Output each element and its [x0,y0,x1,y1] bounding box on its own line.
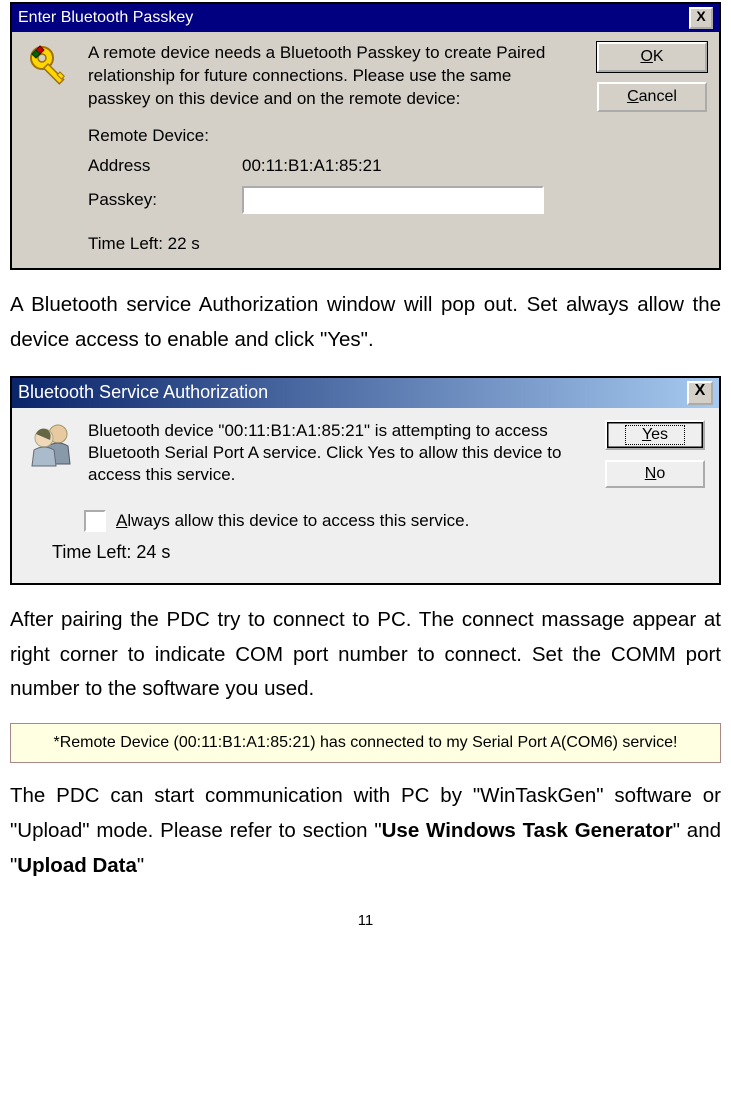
dialog-titlebar: Bluetooth Service Authorization X [12,378,719,408]
close-icon[interactable]: X [687,381,713,405]
dialog-titlebar: Enter Bluetooth Passkey X [12,4,719,32]
dialog-title: Enter Bluetooth Passkey [18,9,193,27]
authorization-dialog: Bluetooth Service Authorization X Blueto… [10,376,721,585]
people-icon [28,420,76,468]
time-left-label: Time Left: 24 s [52,542,705,563]
dialog-message: Bluetooth device "00:11:B1:A1:85:21" is … [88,420,593,486]
dialog-body: A remote device needs a Bluetooth Passke… [12,32,719,268]
passkey-label: Passkey: [88,190,242,210]
paragraph-2: After pairing the PDC try to connect to … [10,603,721,708]
page-number: 11 [8,912,723,929]
always-allow-checkbox[interactable] [84,510,106,532]
dialog-body: Bluetooth device "00:11:B1:A1:85:21" is … [12,408,719,583]
key-icon [26,42,74,90]
time-left-label: Time Left: 22 s [88,234,200,254]
passkey-input[interactable] [242,186,544,214]
dialog-message: A remote device needs a Bluetooth Passke… [88,42,583,111]
ok-button[interactable]: OK [597,42,707,72]
dialog-title: Bluetooth Service Authorization [18,382,268,403]
address-value: 00:11:B1:A1:85:21 [242,156,707,176]
close-icon[interactable]: X [689,7,713,29]
yes-button[interactable]: Yes [605,420,705,450]
passkey-dialog: Enter Bluetooth Passkey X A remote devic… [10,2,721,270]
paragraph-3: The PDC can start communication with PC … [10,779,721,884]
always-allow-label: Always allow this device to access this … [116,511,469,531]
remote-device-label: Remote Device: [88,126,242,146]
paragraph-1: A Bluetooth service Authorization window… [10,288,721,358]
connection-toast: *Remote Device (00:11:B1:A1:85:21) has c… [10,723,721,763]
cancel-button[interactable]: Cancel [597,82,707,112]
no-button[interactable]: No [605,460,705,488]
address-label: Address [88,156,242,176]
